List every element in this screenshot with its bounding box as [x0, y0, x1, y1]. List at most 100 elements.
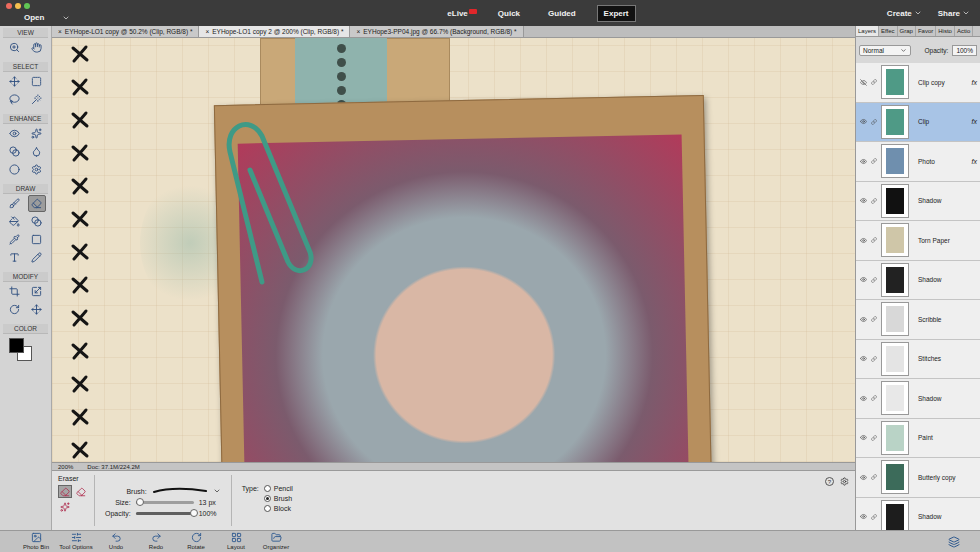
- window-control[interactable]: [24, 3, 30, 9]
- layer-row[interactable]: Clipfx: [856, 103, 980, 143]
- tool-button[interactable]: [6, 195, 24, 212]
- type-radio[interactable]: Brush: [264, 495, 293, 502]
- tool-button[interactable]: [28, 143, 46, 160]
- panel-tab[interactable]: Actio: [955, 26, 973, 36]
- close-button[interactable]: ×: [58, 28, 62, 35]
- visibility-toggle[interactable]: [859, 276, 867, 283]
- visibility-toggle[interactable]: [859, 316, 867, 323]
- opacity-slider[interactable]: [136, 512, 194, 515]
- document-tab[interactable]: ×EYHope-LO1 copy @ 50.2% (Clip, RGB/8) *: [52, 26, 199, 37]
- tool-button[interactable]: [28, 283, 46, 300]
- visibility-toggle[interactable]: [859, 158, 867, 165]
- layer-name: Photo: [912, 158, 969, 165]
- brush-stroke-icon[interactable]: [152, 487, 208, 495]
- eraser-preset[interactable]: [58, 485, 72, 498]
- layer-row[interactable]: Photofx: [856, 142, 980, 182]
- eraser-preset[interactable]: [74, 485, 88, 498]
- layers-toggle[interactable]: [936, 536, 972, 548]
- visibility-toggle[interactable]: [859, 434, 867, 441]
- action-button[interactable]: Create: [887, 9, 922, 18]
- help-button[interactable]: ?: [825, 477, 834, 486]
- tool-button[interactable]: [6, 301, 24, 318]
- type-radio[interactable]: Block: [264, 505, 293, 512]
- tool-button[interactable]: [6, 91, 24, 108]
- panel-tab[interactable]: Histo: [936, 26, 955, 36]
- window-control[interactable]: [6, 3, 12, 9]
- visibility-toggle[interactable]: [859, 237, 867, 244]
- taskbar-button[interactable]: Organizer: [258, 532, 294, 551]
- layer-row[interactable]: Stitches: [856, 340, 980, 380]
- taskbar-button[interactable]: Tool Options: [58, 532, 94, 551]
- layer-row[interactable]: Butterly copy: [856, 458, 980, 498]
- layer-row[interactable]: Shadow: [856, 182, 980, 222]
- mode-tab[interactable]: Quick: [491, 5, 527, 22]
- tool-button[interactable]: [6, 231, 24, 248]
- document-tab[interactable]: ×EYHope3-PP04.jpg @ 66.7% (Background, R…: [350, 26, 523, 37]
- tool-button[interactable]: [6, 161, 24, 178]
- layer-row[interactable]: Scribble: [856, 300, 980, 340]
- tool-button[interactable]: [6, 249, 24, 266]
- dropdown-icon[interactable]: [213, 487, 221, 495]
- tool-button[interactable]: [28, 195, 46, 212]
- tool-button[interactable]: [28, 73, 46, 90]
- panel-tab[interactable]: Grap: [898, 26, 916, 36]
- tool-button[interactable]: [28, 125, 46, 142]
- panel-tab[interactable]: Effec: [879, 26, 898, 36]
- tool-button[interactable]: [28, 301, 46, 318]
- action-button[interactable]: Share: [938, 9, 970, 18]
- size-thumb[interactable]: [136, 498, 144, 506]
- tool-button[interactable]: [28, 231, 46, 248]
- color-swatches[interactable]: [9, 338, 33, 362]
- color-swatch[interactable]: [9, 338, 24, 353]
- layer-row[interactable]: Paint: [856, 419, 980, 459]
- taskbar-button[interactable]: Redo: [138, 532, 174, 551]
- open-button[interactable]: Open: [6, 13, 126, 22]
- canvas[interactable]: [52, 38, 855, 462]
- layer-row[interactable]: Torn Paper: [856, 221, 980, 261]
- type-radio[interactable]: Pencil: [264, 485, 293, 492]
- undo-icon: [111, 532, 122, 543]
- visibility-toggle[interactable]: [859, 474, 867, 481]
- blend-mode-select[interactable]: Normal: [859, 45, 911, 56]
- visibility-toggle[interactable]: [859, 355, 867, 362]
- eraser-preset[interactable]: [58, 500, 72, 513]
- opacity-field[interactable]: 100%: [952, 45, 977, 56]
- taskbar-button[interactable]: Undo: [98, 532, 134, 551]
- taskbar-button[interactable]: Layout: [218, 532, 254, 551]
- document-tab[interactable]: ×EYHope-LO1 copy 2 @ 200% (Clip, RGB/8) …: [199, 26, 350, 37]
- elive-button[interactable]: eLive: [447, 9, 476, 18]
- layer-row[interactable]: Shadow: [856, 261, 980, 301]
- layer-row[interactable]: Clip copyfx: [856, 63, 980, 103]
- close-button[interactable]: ×: [205, 28, 209, 35]
- visibility-toggle[interactable]: [859, 118, 867, 125]
- tool-button[interactable]: [28, 39, 46, 56]
- visibility-toggle[interactable]: [859, 197, 867, 204]
- tool-button[interactable]: [6, 283, 24, 300]
- visibility-toggle[interactable]: [859, 79, 867, 86]
- layer-row[interactable]: Shadow: [856, 379, 980, 419]
- tool-button[interactable]: [28, 213, 46, 230]
- tool-button[interactable]: [28, 249, 46, 266]
- mode-tab[interactable]: Guided: [541, 5, 583, 22]
- panel-tab[interactable]: Layers: [856, 26, 879, 36]
- tool-button[interactable]: [6, 39, 24, 56]
- tool-button[interactable]: [28, 161, 46, 178]
- size-slider[interactable]: [136, 501, 194, 504]
- visibility-toggle[interactable]: [859, 513, 867, 520]
- taskbar-button[interactable]: Rotate: [178, 532, 214, 551]
- panel-tab[interactable]: Favor: [916, 26, 936, 36]
- mode-tab[interactable]: Expert: [597, 5, 636, 22]
- layer-row[interactable]: Shadow: [856, 498, 980, 531]
- window-control[interactable]: [15, 3, 21, 9]
- tool-button[interactable]: [6, 73, 24, 90]
- tool-button[interactable]: [6, 213, 24, 230]
- close-button[interactable]: ×: [356, 28, 360, 35]
- tool-button[interactable]: [6, 125, 24, 142]
- menu-icon[interactable]: [840, 477, 849, 486]
- tool-button[interactable]: [28, 91, 46, 108]
- visibility-toggle[interactable]: [859, 395, 867, 402]
- tool-button[interactable]: [6, 143, 24, 160]
- taskbar-button[interactable]: Photo Bin: [18, 532, 54, 551]
- opacity-thumb[interactable]: [190, 509, 198, 517]
- stitch-icon: [70, 110, 90, 130]
